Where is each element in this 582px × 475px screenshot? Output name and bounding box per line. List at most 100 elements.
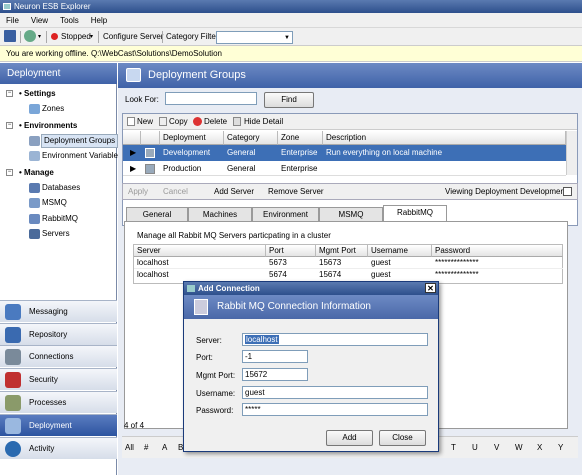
nav-connections[interactable]: Connections xyxy=(0,345,117,367)
col-mgmt-port[interactable]: Mgmt Port xyxy=(316,245,368,257)
close-button[interactable]: Close xyxy=(379,430,426,446)
server-icon xyxy=(194,299,208,315)
nav-repository[interactable]: Repository xyxy=(0,323,117,345)
tab-environment[interactable]: Environment xyxy=(252,207,319,221)
alpha-a[interactable]: A xyxy=(162,442,167,454)
chevron-down-icon[interactable]: ▾ xyxy=(90,30,93,44)
viewing-label: Viewing Deployment Development xyxy=(445,187,568,196)
table-row[interactable]: ▶ Production General Enterprise xyxy=(123,161,566,176)
nav-deployment[interactable]: Deployment xyxy=(0,414,117,436)
col-username[interactable]: Username xyxy=(368,245,432,257)
msmq-icon xyxy=(29,198,40,208)
alpha-x[interactable]: X xyxy=(537,442,542,454)
hide-detail-button[interactable]: Hide Detail xyxy=(244,117,283,126)
find-button[interactable]: Find xyxy=(264,92,314,108)
rabbit-caption: Manage all Rabbit MQ Servers particpatin… xyxy=(137,231,331,240)
close-icon[interactable]: ✕ xyxy=(425,283,436,293)
nav-messaging[interactable]: Messaging xyxy=(0,300,117,322)
nav-activity[interactable]: Activity xyxy=(0,437,117,459)
toolbar: ▾ Stopped ▾ Configure Server Category Fi… xyxy=(0,28,582,46)
status-button[interactable]: Stopped xyxy=(61,30,91,44)
col-deployment[interactable]: Deployment xyxy=(160,131,224,145)
title-bar: Neuron ESB Explorer xyxy=(0,0,582,13)
dialog-header: Rabbit MQ Connection Information xyxy=(184,295,438,319)
table-row[interactable]: localhost 5673 15673 guest *************… xyxy=(134,257,563,269)
look-for-label: Look For: xyxy=(125,95,159,104)
collapse-icon[interactable]: − xyxy=(6,169,13,176)
alpha-hash[interactable]: # xyxy=(144,442,148,454)
app-icon xyxy=(3,3,11,10)
collapse-icon[interactable]: − xyxy=(6,122,13,129)
tree-environments[interactable]: • Environments xyxy=(19,120,77,132)
tree-rabbitmq[interactable]: RabbitMQ xyxy=(42,213,78,225)
username-field[interactable]: guest xyxy=(242,386,428,399)
tab-msmq[interactable]: MSMQ xyxy=(319,207,383,221)
copy-icon xyxy=(159,117,167,126)
nav-processes[interactable]: Processes xyxy=(0,391,117,413)
window-title: Neuron ESB Explorer xyxy=(14,2,91,11)
alpha-t[interactable]: T xyxy=(451,442,456,454)
col-category[interactable]: Category xyxy=(224,131,278,145)
menu-bar: File View Tools Help xyxy=(0,13,582,28)
tree-environment-variables[interactable]: Environment Variables xyxy=(42,150,122,162)
alpha-y[interactable]: Y xyxy=(558,442,563,454)
tree-zones[interactable]: Zones xyxy=(42,103,64,115)
tree-msmq[interactable]: MSMQ xyxy=(42,197,67,209)
search-input[interactable] xyxy=(165,92,257,105)
add-button[interactable]: Add xyxy=(326,430,373,446)
messaging-icon xyxy=(5,304,21,320)
repository-icon xyxy=(5,327,21,343)
tree-settings[interactable]: • Settings xyxy=(19,88,56,100)
col-zone[interactable]: Zone xyxy=(278,131,323,145)
tab-machines[interactable]: Machines xyxy=(188,207,252,221)
category-filter-select[interactable]: ▼ xyxy=(216,31,293,44)
connect-icon[interactable] xyxy=(24,30,36,42)
tree-databases[interactable]: Databases xyxy=(42,182,80,194)
left-panel-header: Deployment xyxy=(0,63,117,84)
col-password[interactable]: Password xyxy=(432,245,563,257)
alpha-all[interactable]: All xyxy=(125,442,134,454)
delete-button[interactable]: Delete xyxy=(204,117,227,126)
col-description[interactable]: Description xyxy=(323,131,566,145)
nav-security[interactable]: Security xyxy=(0,368,117,390)
tree-deployment-groups[interactable]: Deployment Groups xyxy=(41,134,119,148)
menu-help[interactable]: Help xyxy=(85,13,113,28)
servers-icon xyxy=(29,229,40,239)
tab-rabbitmq[interactable]: RabbitMQ xyxy=(383,205,447,221)
port-field[interactable]: -1 xyxy=(242,350,308,363)
col-server[interactable]: Server xyxy=(134,245,266,257)
menu-view[interactable]: View xyxy=(25,13,54,28)
cancel-button[interactable]: Cancel xyxy=(163,187,188,196)
zones-icon xyxy=(29,104,40,114)
tree-servers[interactable]: Servers xyxy=(42,228,70,240)
shield-icon xyxy=(5,372,21,388)
collapse-detail-icon[interactable] xyxy=(563,187,572,196)
new-button[interactable]: New xyxy=(137,117,153,126)
password-field[interactable]: ***** xyxy=(242,403,428,416)
table-row[interactable]: localhost 5674 15674 guest *************… xyxy=(134,269,563,281)
remove-server-button[interactable]: Remove Server xyxy=(268,187,324,196)
menu-file[interactable]: File xyxy=(0,13,25,28)
add-server-button[interactable]: Add Server xyxy=(214,187,254,196)
collapse-icon[interactable]: − xyxy=(6,90,13,97)
grid-scrollbar[interactable] xyxy=(566,131,577,175)
tab-general[interactable]: General xyxy=(126,207,188,221)
group-icon xyxy=(145,148,155,158)
menu-tools[interactable]: Tools xyxy=(54,13,85,28)
alpha-w[interactable]: W xyxy=(515,442,523,454)
alpha-u[interactable]: U xyxy=(472,442,478,454)
save-icon[interactable] xyxy=(4,30,16,42)
col-port[interactable]: Port xyxy=(266,245,316,257)
chevron-down-icon[interactable]: ▾ xyxy=(38,30,41,44)
processes-icon xyxy=(5,395,21,411)
copy-button[interactable]: Copy xyxy=(169,117,188,126)
chevron-down-icon[interactable]: ▼ xyxy=(284,32,290,44)
configure-server-button[interactable]: Configure Server xyxy=(103,30,163,44)
tree-manage[interactable]: • Manage xyxy=(19,167,54,179)
table-row[interactable]: ▶ Development General Enterprise Run eve… xyxy=(123,145,566,161)
alpha-v[interactable]: V xyxy=(494,442,499,454)
server-field[interactable]: localhost xyxy=(242,333,428,346)
apply-button[interactable]: Apply xyxy=(128,187,148,196)
mgmt-port-field[interactable]: 15672 xyxy=(242,368,308,381)
database-icon xyxy=(29,183,40,193)
